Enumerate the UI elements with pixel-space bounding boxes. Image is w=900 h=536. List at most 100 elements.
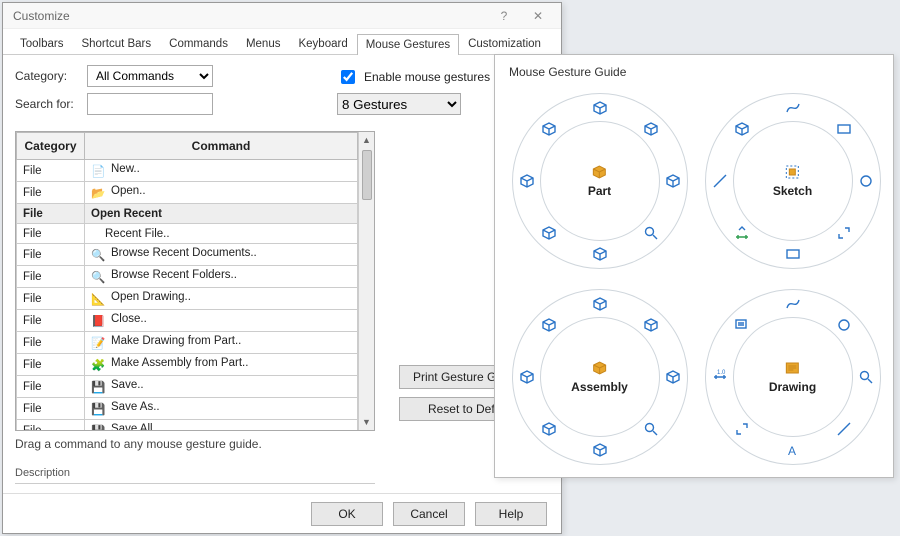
spline-icon <box>785 100 801 116</box>
gesture-slot-1[interactable] <box>642 120 660 138</box>
gesture-slot-3[interactable] <box>835 420 853 438</box>
cube-icon <box>541 317 557 333</box>
tab-customization[interactable]: Customization <box>459 33 550 54</box>
dim2-icon <box>712 369 728 385</box>
tab-strip: ToolbarsShortcut BarsCommandsMenusKeyboa… <box>3 29 561 55</box>
col-command[interactable]: Command <box>85 133 358 160</box>
corner-icon <box>836 225 852 241</box>
tab-shortcut-bars[interactable]: Shortcut Bars <box>72 33 160 54</box>
cancel-button[interactable]: Cancel <box>393 502 465 526</box>
table-row[interactable]: File📂Open.. <box>17 182 358 204</box>
table-row[interactable]: File📝Make Drawing from Part.. <box>17 332 358 354</box>
gesture-slot-4[interactable] <box>784 245 802 263</box>
tab-keyboard[interactable]: Keyboard <box>289 33 356 54</box>
gesture-slot-2[interactable] <box>857 172 875 190</box>
gesture-slot-5[interactable] <box>733 224 751 242</box>
gesture-slot-6[interactable] <box>518 172 536 190</box>
gesture-slot-3[interactable] <box>642 224 660 242</box>
description-group: Description <box>15 465 375 493</box>
ring-label: Drawing <box>769 380 816 394</box>
scroll-up-icon[interactable]: ▲ <box>359 132 374 148</box>
cube-icon <box>519 369 535 385</box>
ok-button[interactable]: OK <box>311 502 383 526</box>
tab-menus[interactable]: Menus <box>237 33 290 54</box>
gesture-slot-6[interactable] <box>711 368 729 386</box>
gesture-slot-3[interactable] <box>835 224 853 242</box>
table-scrollbar[interactable]: ▲ ▼ <box>358 132 374 430</box>
table-row[interactable]: File💾Save.. <box>17 376 358 398</box>
tab-mouse-gestures[interactable]: Mouse Gestures <box>357 34 459 55</box>
gesture-slot-4[interactable] <box>591 441 609 459</box>
commands-table: Category Command File📄New..File📂Open..Fi… <box>15 131 375 431</box>
table-row[interactable]: File💾Save As.. <box>17 398 358 420</box>
table-row[interactable]: FileRecent File.. <box>17 224 358 244</box>
rect-icon <box>836 121 852 137</box>
gesture-slot-3[interactable] <box>642 420 660 438</box>
zoom-icon <box>643 225 659 241</box>
scroll-thumb[interactable] <box>362 150 372 200</box>
gesture-slot-4[interactable] <box>591 245 609 263</box>
browse-icon: 🔍 <box>91 270 105 284</box>
ring-center-icon <box>591 360 607 376</box>
gesture-slot-7[interactable] <box>733 120 751 138</box>
gesture-slot-2[interactable] <box>664 368 682 386</box>
gesture-slot-7[interactable] <box>540 120 558 138</box>
gesture-slot-7[interactable] <box>733 316 751 334</box>
table-row[interactable]: File💾Save All.. <box>17 420 358 431</box>
gesture-slot-7[interactable] <box>540 316 558 334</box>
table-row[interactable]: File🔍Browse Recent Folders.. <box>17 266 358 288</box>
gesture-ring-part: Part <box>509 87 690 275</box>
saveas-icon: 💾 <box>91 402 105 416</box>
search-input[interactable] <box>87 93 213 115</box>
line-icon <box>836 421 852 437</box>
drag-hint: Drag a command to any mouse gesture guid… <box>15 437 375 451</box>
gesture-slot-5[interactable] <box>540 420 558 438</box>
gesture-ring-sketch: Sketch <box>702 87 883 275</box>
rect-icon <box>785 246 801 262</box>
table-row[interactable]: File📐Open Drawing.. <box>17 288 358 310</box>
search-label: Search for: <box>15 97 87 111</box>
gesture-slot-1[interactable] <box>835 316 853 334</box>
gesture-slot-0[interactable] <box>591 99 609 117</box>
table-row[interactable]: FileOpen Recent <box>17 204 358 224</box>
note-icon <box>734 317 750 333</box>
gesture-slot-2[interactable] <box>664 172 682 190</box>
close-icon[interactable]: ✕ <box>521 3 555 29</box>
gesture-slot-5[interactable] <box>733 420 751 438</box>
table-row[interactable]: File📕Close.. <box>17 310 358 332</box>
enable-gestures-input[interactable] <box>341 70 355 84</box>
gesture-slot-2[interactable] <box>857 368 875 386</box>
gesture-slot-4[interactable] <box>784 441 802 459</box>
close-icon: 📕 <box>91 314 105 328</box>
cube-icon <box>519 173 535 189</box>
browse-icon: 🔍 <box>91 248 105 262</box>
gesture-slot-5[interactable] <box>540 224 558 242</box>
table-row[interactable]: File📄New.. <box>17 160 358 182</box>
dialog-body: Category: All Commands Search for: Enabl… <box>3 55 561 493</box>
scroll-down-icon[interactable]: ▼ <box>359 414 374 430</box>
zoom-icon <box>858 369 874 385</box>
gesture-ring-assembly: Assembly <box>509 283 690 471</box>
gesture-slot-6[interactable] <box>518 368 536 386</box>
col-category[interactable]: Category <box>17 133 85 160</box>
customize-dialog: Customize ? ✕ ToolbarsShortcut BarsComma… <box>2 2 562 534</box>
category-select[interactable]: All Commands <box>87 65 213 87</box>
cube-icon <box>541 225 557 241</box>
gesture-slot-1[interactable] <box>835 120 853 138</box>
help-button[interactable]: Help <box>475 502 547 526</box>
cube-icon <box>541 121 557 137</box>
gesture-slot-0[interactable] <box>784 99 802 117</box>
gesture-slot-0[interactable] <box>784 295 802 313</box>
gesture-slot-6[interactable] <box>711 172 729 190</box>
tab-toolbars[interactable]: Toolbars <box>11 33 72 54</box>
line-icon <box>712 173 728 189</box>
gesture-slot-0[interactable] <box>591 295 609 313</box>
tab-commands[interactable]: Commands <box>160 33 237 54</box>
ring-label: Assembly <box>571 380 628 394</box>
table-row[interactable]: File🔍Browse Recent Documents.. <box>17 244 358 266</box>
make2-icon: 🧩 <box>91 358 105 372</box>
gesture-slot-1[interactable] <box>642 316 660 334</box>
table-row[interactable]: File🧩Make Assembly from Part.. <box>17 354 358 376</box>
gesture-count-select[interactable]: 8 Gestures <box>337 93 461 115</box>
help-icon[interactable]: ? <box>487 3 521 29</box>
